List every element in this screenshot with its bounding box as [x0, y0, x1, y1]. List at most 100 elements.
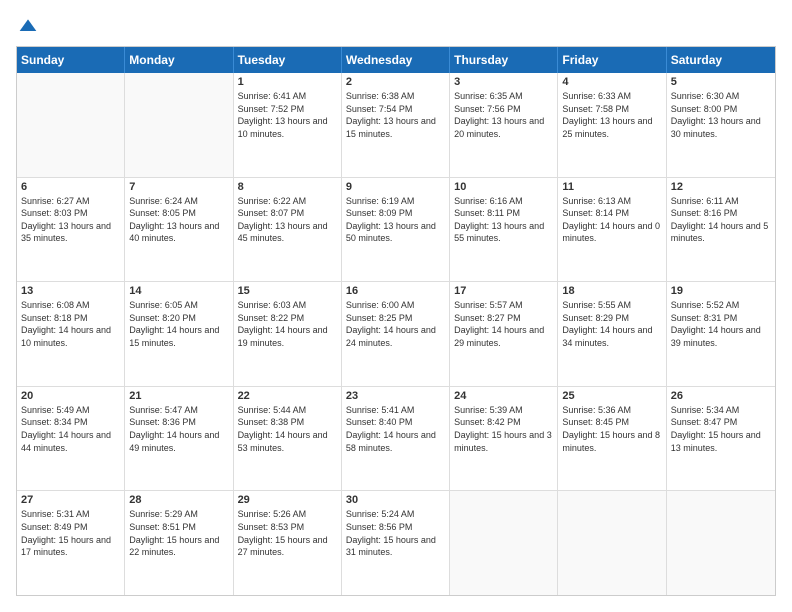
calendar-cell: 27 Sunrise: 5:31 AMSunset: 8:49 PMDayligh…	[17, 491, 125, 595]
calendar-cell: 25Sunrise: 5:36 AMSunset: 8:45 PMDayligh…	[558, 387, 666, 491]
calendar-cell	[125, 73, 233, 177]
day-number: 28	[129, 494, 228, 506]
cell-text: Daylight: 14 hours and 53 minutes.	[238, 429, 337, 454]
header	[16, 16, 776, 36]
day-number: 27	[21, 494, 120, 506]
day-number: 26	[671, 390, 771, 402]
calendar-cell: 24Sunrise: 5:39 AMSunset: 8:42 PMDayligh…	[450, 387, 558, 491]
cell-text: Sunset: 8:56 PM	[346, 521, 445, 534]
cell-text: Sunset: 8:31 PM	[671, 312, 771, 325]
day-number: 15	[238, 285, 337, 297]
cell-text: Sunset: 8:47 PM	[671, 416, 771, 429]
day-number: 18	[562, 285, 661, 297]
cell-text: Daylight: 15 hours and 31 minutes.	[346, 534, 445, 559]
cell-text: Daylight: 13 hours and 10 minutes.	[238, 115, 337, 140]
cell-text: Sunrise: 5:26 AM	[238, 508, 337, 521]
cell-text: Sunrise: 6:22 AM	[238, 195, 337, 208]
day-number: 11	[562, 181, 661, 193]
cell-text: Sunset: 8:16 PM	[671, 207, 771, 220]
day-number: 10	[454, 181, 553, 193]
calendar-cell: 17Sunrise: 5:57 AMSunset: 8:27 PMDayligh…	[450, 282, 558, 386]
cell-text: Daylight: 14 hours and 39 minutes.	[671, 324, 771, 349]
calendar-header: Sunday Monday Tuesday Wednesday Thursday…	[17, 47, 775, 73]
cell-text: Sunset: 8:14 PM	[562, 207, 661, 220]
cell-text: Daylight: 15 hours and 3 minutes.	[454, 429, 553, 454]
cell-text: Sunrise: 5:47 AM	[129, 404, 228, 417]
day-number: 12	[671, 181, 771, 193]
cell-text: Sunrise: 5:49 AM	[21, 404, 120, 417]
day-number: 16	[346, 285, 445, 297]
logo	[16, 16, 38, 36]
cell-text: Daylight: 14 hours and 49 minutes.	[129, 429, 228, 454]
calendar-cell: 30Sunrise: 5:24 AMSunset: 8:56 PMDayligh…	[342, 491, 450, 595]
cell-text: Daylight: 15 hours and 22 minutes.	[129, 534, 228, 559]
cell-text: Sunrise: 6:30 AM	[671, 90, 771, 103]
cell-text: Sunset: 8:38 PM	[238, 416, 337, 429]
cell-text: Daylight: 14 hours and 15 minutes.	[129, 324, 228, 349]
day-number: 22	[238, 390, 337, 402]
cell-text: Daylight: 14 hours and 0 minutes.	[562, 220, 661, 245]
cell-text: Sunset: 8:25 PM	[346, 312, 445, 325]
cell-text: Sunset: 8:29 PM	[562, 312, 661, 325]
calendar-cell: 5 Sunrise: 6:30 AMSunset: 8:00 PMDaylight…	[667, 73, 775, 177]
cell-text: Daylight: 13 hours and 20 minutes.	[454, 115, 553, 140]
cell-text: Sunrise: 6:13 AM	[562, 195, 661, 208]
cell-text: Sunset: 8:22 PM	[238, 312, 337, 325]
cell-text: Sunrise: 5:52 AM	[671, 299, 771, 312]
day-number: 20	[21, 390, 120, 402]
cell-text: Daylight: 13 hours and 30 minutes.	[671, 115, 771, 140]
day-number: 5	[671, 76, 771, 88]
calendar-cell: 10Sunrise: 6:16 AMSunset: 8:11 PMDayligh…	[450, 178, 558, 282]
cell-text: Sunset: 8:36 PM	[129, 416, 228, 429]
cell-text: Sunrise: 5:41 AM	[346, 404, 445, 417]
day-number: 3	[454, 76, 553, 88]
day-number: 24	[454, 390, 553, 402]
cell-text: Sunset: 8:45 PM	[562, 416, 661, 429]
day-number: 8	[238, 181, 337, 193]
day-number: 29	[238, 494, 337, 506]
cell-text: Daylight: 15 hours and 27 minutes.	[238, 534, 337, 559]
cell-text: Sunrise: 5:39 AM	[454, 404, 553, 417]
logo-text	[16, 16, 38, 36]
cell-text: Sunrise: 6:00 AM	[346, 299, 445, 312]
cell-text: Sunrise: 5:29 AM	[129, 508, 228, 521]
calendar-cell: 1Sunrise: 6:41 AMSunset: 7:52 PMDaylight…	[234, 73, 342, 177]
cell-text: Daylight: 13 hours and 15 minutes.	[346, 115, 445, 140]
cell-text: Sunrise: 6:41 AM	[238, 90, 337, 103]
logo-icon	[18, 16, 38, 36]
cell-text: Sunrise: 6:24 AM	[129, 195, 228, 208]
cell-text: Sunrise: 5:57 AM	[454, 299, 553, 312]
cell-text: Sunrise: 6:27 AM	[21, 195, 120, 208]
cell-text: Sunrise: 6:05 AM	[129, 299, 228, 312]
day-number: 23	[346, 390, 445, 402]
cell-text: Sunset: 8:00 PM	[671, 103, 771, 116]
calendar-cell: 29Sunrise: 5:26 AMSunset: 8:53 PMDayligh…	[234, 491, 342, 595]
cell-text: Sunrise: 5:55 AM	[562, 299, 661, 312]
header-sunday: Sunday	[17, 47, 125, 73]
calendar-cell: 15Sunrise: 6:03 AMSunset: 8:22 PMDayligh…	[234, 282, 342, 386]
header-thursday: Thursday	[450, 47, 558, 73]
calendar-cell	[667, 491, 775, 595]
cell-text: Sunset: 8:07 PM	[238, 207, 337, 220]
cell-text: Daylight: 13 hours and 55 minutes.	[454, 220, 553, 245]
cell-text: Sunrise: 6:19 AM	[346, 195, 445, 208]
cell-text: Daylight: 14 hours and 19 minutes.	[238, 324, 337, 349]
calendar-cell: 14Sunrise: 6:05 AMSunset: 8:20 PMDayligh…	[125, 282, 233, 386]
cell-text: Daylight: 14 hours and 24 minutes.	[346, 324, 445, 349]
cell-text: Daylight: 15 hours and 17 minutes.	[21, 534, 120, 559]
cell-text: Sunset: 8:49 PM	[21, 521, 120, 534]
cell-text: Daylight: 14 hours and 34 minutes.	[562, 324, 661, 349]
cell-text: Sunset: 8:03 PM	[21, 207, 120, 220]
day-number: 21	[129, 390, 228, 402]
page: Sunday Monday Tuesday Wednesday Thursday…	[0, 0, 792, 612]
cell-text: Sunset: 8:34 PM	[21, 416, 120, 429]
header-wednesday: Wednesday	[342, 47, 450, 73]
day-number: 30	[346, 494, 445, 506]
calendar-row: 27Sunrise: 5:31 AMSunset: 8:49 PMDayligh…	[17, 491, 775, 595]
calendar-cell: 20Sunrise: 5:49 AMSunset: 8:34 PMDayligh…	[17, 387, 125, 491]
cell-text: Sunrise: 5:31 AM	[21, 508, 120, 521]
cell-text: Daylight: 13 hours and 25 minutes.	[562, 115, 661, 140]
calendar-cell: 4Sunrise: 6:33 AMSunset: 7:58 PMDaylight…	[558, 73, 666, 177]
cell-text: Sunrise: 6:11 AM	[671, 195, 771, 208]
calendar: Sunday Monday Tuesday Wednesday Thursday…	[16, 46, 776, 596]
